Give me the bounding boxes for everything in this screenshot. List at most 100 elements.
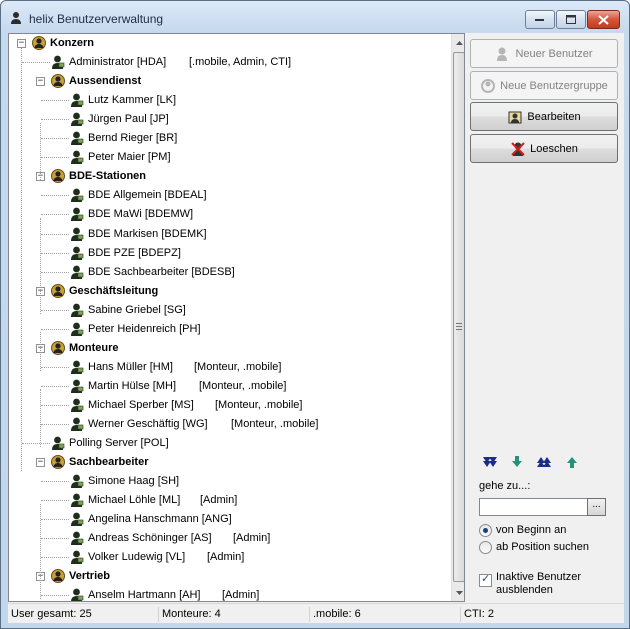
- tree-user-node[interactable]: Bernd Rieger [BR]: [9, 129, 449, 148]
- tree-user-roles: [Admin]: [233, 532, 271, 545]
- maximize-button[interactable]: [556, 10, 586, 29]
- new-group-button[interactable]: Neue Benutzergruppe: [470, 71, 618, 100]
- tree-user-node[interactable]: Martin Hülse [MH] [Monteur, .mobile]: [9, 377, 449, 396]
- title-bar[interactable]: helix Benutzerverwaltung: [1, 1, 629, 33]
- tree-connector: [41, 119, 69, 121]
- tree-group-node[interactable]: − Geschäftsleitung: [9, 282, 449, 301]
- tree-user-node[interactable]: Peter Maier [PM]: [9, 148, 449, 167]
- tree-group-node[interactable]: − Monteure: [9, 339, 449, 358]
- tree-group-label: BDE-Stationen: [69, 170, 146, 183]
- radio-from-position-indicator[interactable]: [479, 540, 492, 554]
- tree-connector: [41, 138, 69, 140]
- tree-user-node[interactable]: Lutz Kammer [LK]: [9, 91, 449, 110]
- user-icon: [71, 322, 84, 336]
- tree-user-node[interactable]: BDE Sachbearbeiter [BDESB]: [9, 263, 449, 282]
- maximize-icon: [566, 15, 576, 24]
- tree-group-node[interactable]: − Vertrieb: [9, 567, 449, 586]
- tree-collapse-toggle[interactable]: −: [36, 77, 45, 87]
- tree-user-node[interactable]: Sabine Griebel [SG]: [9, 301, 449, 320]
- tree-connector: [40, 218, 41, 314]
- tree-user-node[interactable]: Administrator [HDA] [.mobile, Admin, CTI]: [9, 53, 449, 72]
- tree-user-node[interactable]: Anselm Hartmann [AH] [Admin]: [9, 586, 449, 602]
- new-user-button[interactable]: Neuer Benutzer: [470, 39, 618, 68]
- tree-group-node[interactable]: − Aussendienst: [9, 72, 449, 91]
- tree-user-node[interactable]: Michael Löhle [ML] [Admin]: [9, 491, 449, 510]
- user-group-icon: [51, 74, 65, 89]
- tree-group-node[interactable]: − BDE-Stationen: [9, 167, 449, 186]
- tree-group-label: Sachbearbeiter: [69, 456, 149, 469]
- user-icon: [71, 112, 84, 127]
- tree-user-node[interactable]: Michael Sperber [MS] [Monteur, .mobile]: [9, 396, 449, 415]
- tree-user-roles: [Monteur, .mobile]: [194, 360, 282, 373]
- tree-connector: [41, 252, 69, 254]
- tree-user-label: BDE MaWi [BDEMW]: [88, 208, 194, 221]
- next-down-icon[interactable]: [509, 454, 525, 470]
- scroll-down-button[interactable]: [452, 584, 464, 601]
- tree-user-label: Anselm Hartmann [AH]: [88, 589, 201, 602]
- tree-user-node[interactable]: Angelina Hanschmann [ANG]: [9, 510, 449, 529]
- tree-user-node[interactable]: BDE Markisen [BDEMK]: [9, 225, 449, 244]
- hide-inactive-checkbox[interactable]: [479, 572, 492, 587]
- minimize-button[interactable]: [525, 10, 555, 29]
- scroll-up-button[interactable]: [452, 34, 464, 51]
- tree-connector: [41, 424, 69, 425]
- last-down-icon[interactable]: [482, 454, 498, 470]
- tree-user-node[interactable]: Peter Heidenreich [PH]: [9, 320, 449, 339]
- tree-user-node[interactable]: Simone Haag [SH]: [9, 472, 449, 491]
- status-monteure: Monteure: 4: [159, 607, 310, 622]
- tree-user-node[interactable]: Volker Ludewig [VL] [Admin]: [9, 548, 449, 567]
- tree-user-node[interactable]: BDE PZE [BDEPZ]: [9, 244, 449, 263]
- edit-button[interactable]: Bearbeiten: [470, 102, 618, 131]
- user-icon: [71, 208, 84, 222]
- user-group-icon: [51, 569, 65, 584]
- tree-user-node[interactable]: BDE MaWi [BDEMW]: [9, 205, 449, 224]
- tree-group-node[interactable]: − Konzern: [9, 34, 449, 53]
- first-up-icon[interactable]: [536, 454, 552, 470]
- user-icon: [71, 493, 84, 508]
- tree-user-label: Peter Maier [PM]: [88, 151, 171, 164]
- tree-user-roles: [Admin]: [222, 589, 260, 602]
- tree-connector: [41, 385, 69, 387]
- goto-input[interactable]: [479, 498, 589, 516]
- tree-user-roles: [Admin]: [200, 494, 238, 507]
- delete-button[interactable]: Loeschen: [470, 134, 618, 163]
- user-icon: [71, 93, 84, 108]
- tree-connector: [41, 519, 69, 521]
- tree-group-node[interactable]: − Sachbearbeiter: [9, 453, 449, 472]
- radio-from-position[interactable]: ab Position suchen: [479, 539, 589, 555]
- close-button[interactable]: [587, 10, 620, 29]
- user-icon: [71, 398, 84, 412]
- tree-user-node[interactable]: Jürgen Paul [JP]: [9, 110, 449, 129]
- goto-browse-button[interactable]: ...: [587, 498, 606, 516]
- prev-up-icon[interactable]: [564, 454, 580, 470]
- tree-connector: [41, 100, 69, 102]
- user-tree[interactable]: − Konzern Administrator [HDA] [.mobile, Adm…: [8, 33, 465, 602]
- tree-collapse-toggle[interactable]: −: [36, 458, 45, 468]
- tree-collapse-toggle[interactable]: −: [17, 39, 26, 48]
- tree-scrollbar[interactable]: [451, 34, 464, 601]
- tree-user-label: Sabine Griebel [SG]: [88, 303, 186, 316]
- tree-user-node[interactable]: Werner Geschäftig [WG] [Monteur, .mobile]: [9, 415, 449, 434]
- tree-connector: [21, 48, 22, 471]
- tree-user-label: Simone Haag [SH]: [88, 475, 180, 488]
- radio-from-start[interactable]: von Beginn an: [479, 522, 566, 538]
- tree-connector: [41, 538, 69, 540]
- tree-user-label: Jürgen Paul [JP]: [88, 113, 169, 126]
- tree-connector: [41, 195, 69, 197]
- tree-connector: [41, 404, 69, 406]
- edit-user-icon: [508, 111, 522, 123]
- user-group-icon: [51, 283, 65, 298]
- user-icon: [71, 550, 84, 565]
- user-icon: [71, 227, 84, 241]
- radio-from-start-indicator[interactable]: [479, 523, 492, 537]
- tree-connector: [41, 309, 69, 311]
- tree-user-node[interactable]: BDE Allgemein [BDEAL]: [9, 186, 449, 205]
- app-window: helix Benutzerverwaltung − Konzern Adminis…: [0, 0, 630, 629]
- scroll-thumb[interactable]: [453, 52, 464, 582]
- tree-user-label: BDE Markisen [BDEMK]: [88, 227, 207, 240]
- tree-user-node[interactable]: Polling Server [POL]: [9, 434, 449, 453]
- tree-user-node[interactable]: Andreas Schöninger [AS] [Admin]: [9, 529, 449, 548]
- hide-inactive-option[interactable]: Inaktive Benutzer ausblenden: [479, 571, 606, 597]
- client-area: − Konzern Administrator [HDA] [.mobile, Adm…: [8, 33, 624, 623]
- tree-user-node[interactable]: Hans Müller [HM] [Monteur, .mobile]: [9, 358, 449, 377]
